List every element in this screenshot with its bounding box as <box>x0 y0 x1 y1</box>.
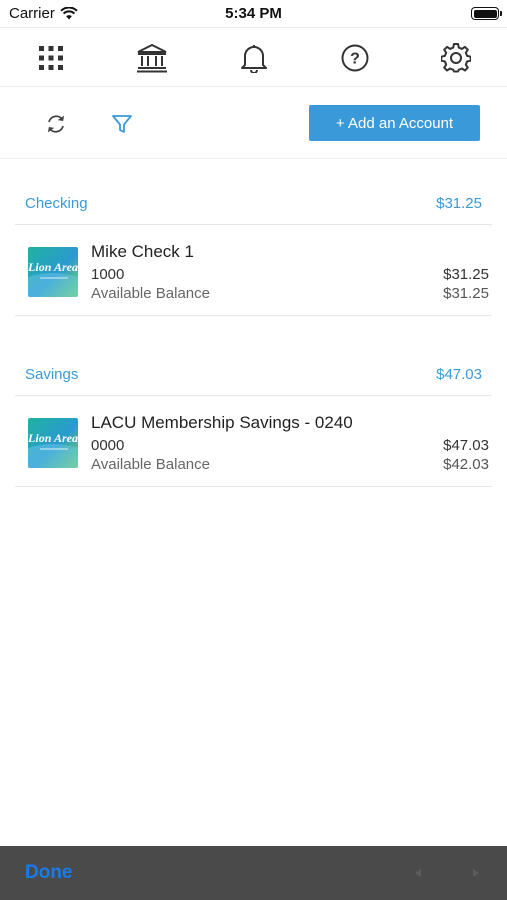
next-arrow-icon[interactable] <box>469 866 483 880</box>
account-row-mike-check-1[interactable]: Lion Area Mike Check 1 1000 Available Ba… <box>15 225 492 315</box>
gear-icon[interactable] <box>439 41 473 75</box>
section-total: $31.25 <box>436 195 482 212</box>
apps-grid-icon[interactable] <box>34 41 68 75</box>
account-toolbar: + Add an Account <box>0 87 507 159</box>
available-balance: $42.03 <box>443 456 489 473</box>
account-number: 1000 <box>91 266 125 283</box>
svg-text:?: ? <box>350 51 360 68</box>
available-balance-label: Available Balance <box>91 456 210 473</box>
section-title: Checking <box>25 195 88 212</box>
top-nav-bar: ? <box>0 27 507 87</box>
account-balance: $31.25 <box>443 266 489 283</box>
account-name: Mike Check 1 <box>91 242 194 261</box>
filter-icon[interactable] <box>109 111 135 137</box>
section-header-savings: Savings $47.03 <box>25 366 482 386</box>
status-time: 5:34 PM <box>225 5 282 22</box>
account-number: 0000 <box>91 437 125 454</box>
svg-text:Lion Area: Lion Area <box>28 260 78 274</box>
done-button[interactable]: Done <box>25 862 73 884</box>
refresh-icon[interactable] <box>43 111 69 137</box>
bell-icon[interactable] <box>237 41 271 75</box>
account-balance: $47.03 <box>443 437 489 454</box>
available-balance: $31.25 <box>443 285 489 302</box>
credit-union-logo: Lion Area <box>28 247 78 297</box>
section-total: $47.03 <box>436 366 482 383</box>
available-balance-label: Available Balance <box>91 285 210 302</box>
previous-arrow-icon[interactable] <box>411 866 425 880</box>
divider <box>15 315 492 316</box>
battery-icon <box>471 7 502 20</box>
help-icon[interactable]: ? <box>338 41 372 75</box>
account-name: LACU Membership Savings - 0240 <box>91 413 353 432</box>
add-account-button[interactable]: + Add an Account <box>309 105 480 141</box>
bank-icon[interactable] <box>135 41 169 75</box>
divider <box>15 486 492 487</box>
credit-union-logo: Lion Area <box>28 418 78 468</box>
section-title: Savings <box>25 366 79 383</box>
section-header-checking: Checking $31.25 <box>25 195 482 215</box>
account-row-lacu-membership-savings[interactable]: Lion Area LACU Membership Savings - 0240… <box>15 396 492 486</box>
status-bar: Carrier 5:34 PM <box>0 0 507 27</box>
svg-text:Lion Area: Lion Area <box>28 431 78 445</box>
bottom-accessory-bar: Done <box>0 846 507 900</box>
